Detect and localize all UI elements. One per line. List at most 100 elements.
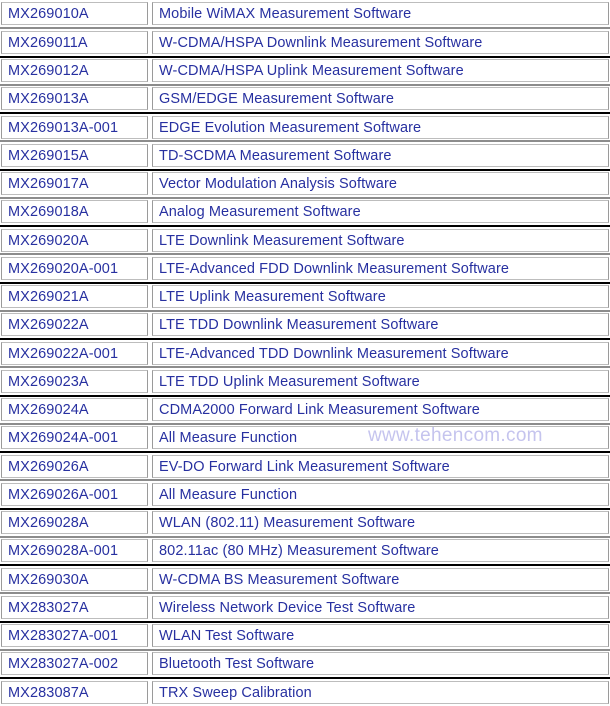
software-name: EDGE Evolution Measurement Software [152,115,609,139]
model-number: MX269011A [1,30,148,54]
table-row: MX269026A EV-DO Forward Link Measurement … [0,452,610,481]
model-cell: MX269030A [0,565,152,594]
description-cell: TRX Sweep Calibration [152,678,610,706]
table-row: MX269012A W-CDMA/HSPA Uplink Measurement … [0,56,610,85]
model-number: MX269026A-001 [1,482,148,506]
software-name: GSM/EDGE Measurement Software [152,87,609,111]
software-name: TD-SCDMA Measurement Software [152,143,609,167]
software-name: WLAN Test Software [152,624,609,648]
model-number: MX269015A [1,143,148,167]
description-cell: Analog Measurement Software [152,197,610,226]
software-name: LTE-Advanced FDD Downlink Measurement So… [152,256,609,280]
software-name: Analog Measurement Software [152,200,609,224]
model-number: MX269023A [1,369,148,393]
model-cell: MX283087A [0,678,152,706]
description-cell: LTE Uplink Measurement Software [152,282,610,311]
software-name: W-CDMA BS Measurement Software [152,567,609,591]
table-row: MX283027A-001 WLAN Test Software [0,621,610,650]
model-number: MX283087A [1,681,148,705]
description-cell: LTE TDD Downlink Measurement Software [152,310,610,339]
description-cell: W-CDMA/HSPA Downlink Measurement Softwar… [152,28,610,57]
software-name: W-CDMA/HSPA Downlink Measurement Softwar… [152,30,609,54]
model-cell: MX269011A [0,28,152,57]
model-number: MX269020A-001 [1,256,148,280]
model-number: MX269022A [1,313,148,337]
model-cell: MX269026A [0,452,152,481]
model-number: MX269024A [1,398,148,422]
model-number: MX283027A-001 [1,624,148,648]
table-row: MX283027A Wireless Network Device Test So… [0,593,610,622]
software-name: Wireless Network Device Test Software [152,595,609,619]
model-cell: MX269015A [0,141,152,170]
model-number: MX269010A [1,2,148,26]
table-row: MX269028A-001 802.11ac (80 MHz) Measureme… [0,536,610,565]
model-cell: MX283027A-002 [0,649,152,678]
model-number: MX269028A-001 [1,539,148,563]
model-cell: MX269024A [0,395,152,424]
description-cell: W-CDMA BS Measurement Software [152,565,610,594]
table-row: MX269013A GSM/EDGE Measurement Software [0,84,610,113]
model-cell: MX269013A [0,84,152,113]
model-number: MX269024A-001 [1,426,148,450]
software-name: LTE Downlink Measurement Software [152,228,609,252]
description-cell: W-CDMA/HSPA Uplink Measurement Software [152,56,610,85]
software-name: WLAN (802.11) Measurement Software [152,511,609,535]
model-number: MX269018A [1,200,148,224]
model-number: MX269013A-001 [1,115,148,139]
description-cell: 802.11ac (80 MHz) Measurement Software [152,536,610,565]
software-name: LTE TDD Uplink Measurement Software [152,369,609,393]
model-number: MX269013A [1,87,148,111]
description-cell: EV-DO Forward Link Measurement Software [152,452,610,481]
software-name: 802.11ac (80 MHz) Measurement Software [152,539,609,563]
model-number: MX269026A [1,454,148,478]
table-row: MX269020A LTE Downlink Measurement Softwa… [0,226,610,255]
description-cell: TD-SCDMA Measurement Software [152,141,610,170]
description-cell: All Measure Function [152,423,610,452]
model-cell: MX269024A-001 [0,423,152,452]
model-cell: MX283027A [0,593,152,622]
model-cell: MX269020A [0,226,152,255]
model-number: MX269020A [1,228,148,252]
model-cell: MX269013A-001 [0,113,152,142]
model-cell: MX269018A [0,197,152,226]
software-name: TRX Sweep Calibration [152,681,609,705]
model-number: MX269021A [1,285,148,309]
table-row: MX269024A CDMA2000 Forward Link Measureme… [0,395,610,424]
model-number: MX283027A-002 [1,652,148,676]
table-row: MX283087A TRX Sweep Calibration [0,678,610,706]
software-name: Mobile WiMAX Measurement Software [152,2,609,26]
description-cell: WLAN Test Software [152,621,610,650]
table-row: MX269026A-001 All Measure Function [0,480,610,509]
description-cell: All Measure Function [152,480,610,509]
table-body: MX269010A Mobile WiMAX Measurement Softwa… [0,0,610,706]
description-cell: LTE TDD Uplink Measurement Software [152,367,610,396]
table-row: MX269010A Mobile WiMAX Measurement Softwa… [0,0,610,29]
model-number: MX283027A [1,595,148,619]
table-row: MX269017A Vector Modulation Analysis Soft… [0,169,610,198]
description-cell: Wireless Network Device Test Software [152,593,610,622]
description-cell: LTE-Advanced TDD Downlink Measurement So… [152,339,610,368]
description-cell: LTE-Advanced FDD Downlink Measurement So… [152,254,610,283]
model-cell: MX269012A [0,56,152,85]
table-row: MX269022A LTE TDD Downlink Measurement So… [0,310,610,339]
software-name: LTE TDD Downlink Measurement Software [152,313,609,337]
software-name: W-CDMA/HSPA Uplink Measurement Software [152,59,609,83]
table-row: MX269021A LTE Uplink Measurement Software [0,282,610,311]
table-row: MX283027A-002 Bluetooth Test Software [0,649,610,678]
model-cell: MX269021A [0,282,152,311]
model-cell: MX269028A-001 [0,536,152,565]
software-name: All Measure Function [152,426,609,450]
model-cell: MX269020A-001 [0,254,152,283]
model-cell: MX269023A [0,367,152,396]
model-number: MX269022A-001 [1,341,148,365]
table-row: MX269023A LTE TDD Uplink Measurement Soft… [0,367,610,396]
model-cell: MX283027A-001 [0,621,152,650]
software-name: LTE Uplink Measurement Software [152,285,609,309]
model-cell: MX269022A [0,310,152,339]
software-name: Bluetooth Test Software [152,652,609,676]
table-row: MX269030A W-CDMA BS Measurement Software [0,565,610,594]
model-cell: MX269017A [0,169,152,198]
description-cell: Mobile WiMAX Measurement Software [152,0,610,29]
table-row: MX269022A-001 LTE-Advanced TDD Downlink M… [0,339,610,368]
model-cell: MX269010A [0,0,152,29]
